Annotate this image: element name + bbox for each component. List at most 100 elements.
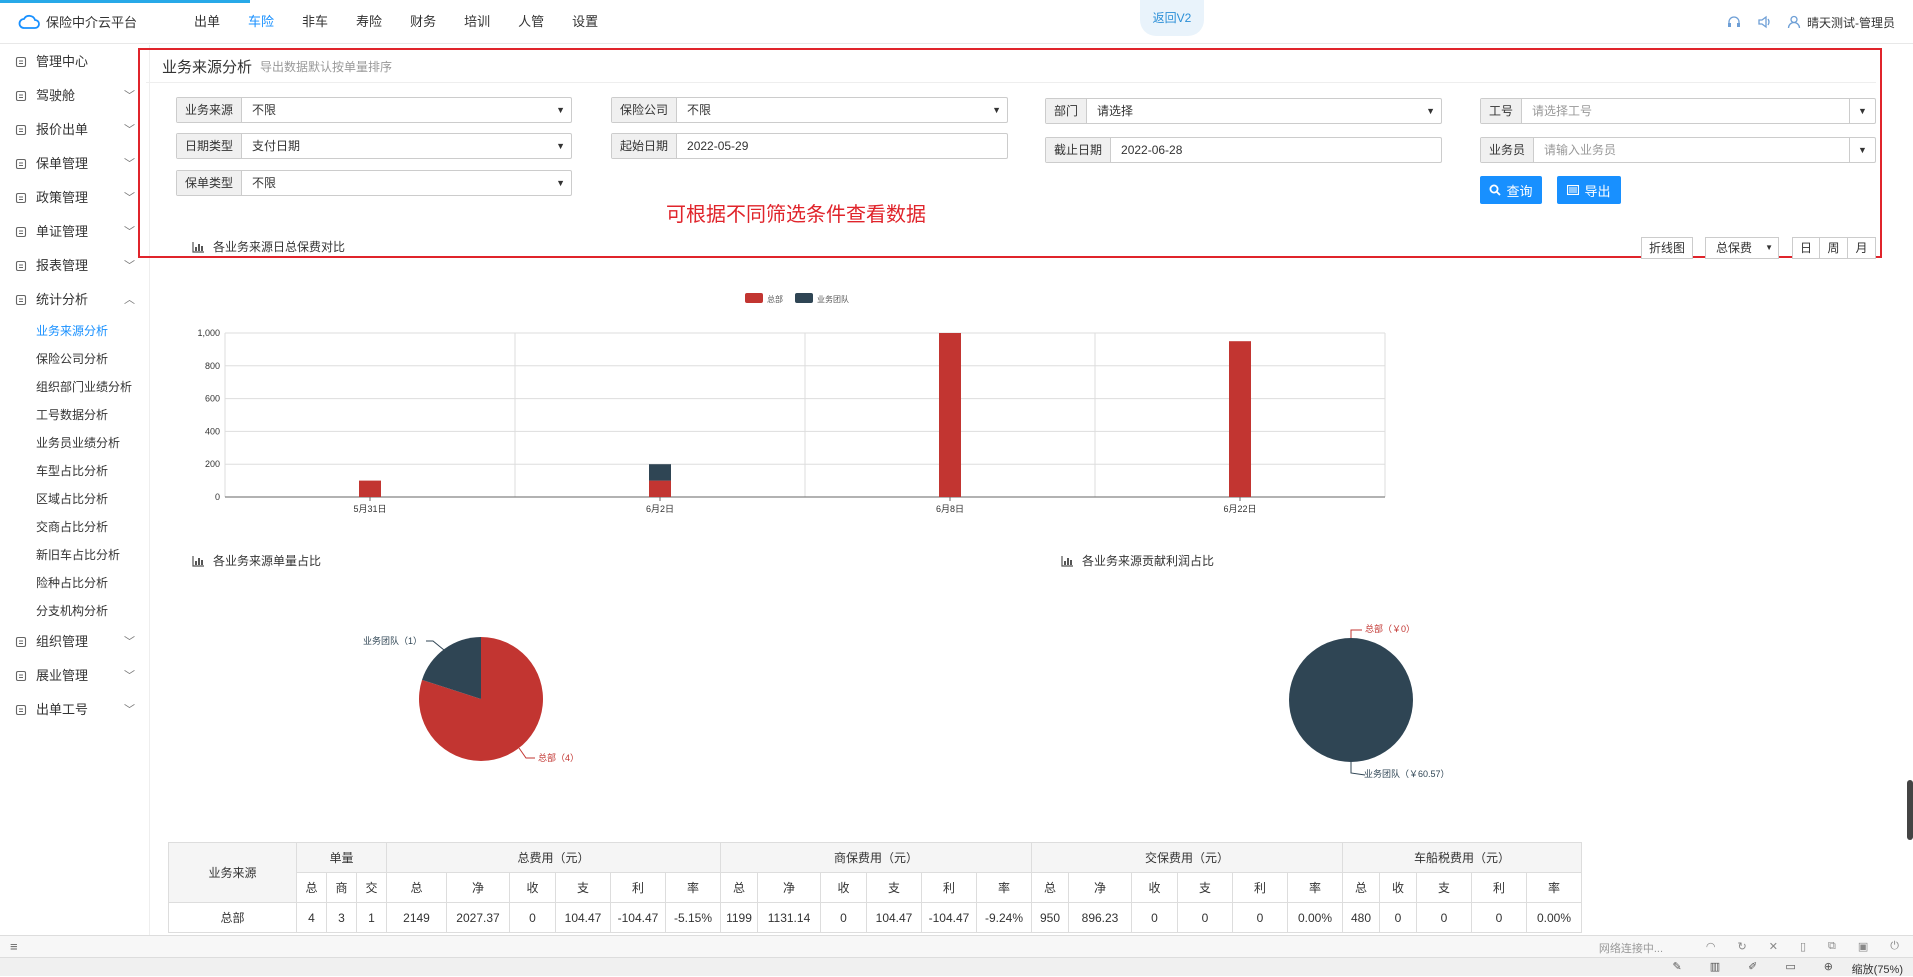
topnav-item-2[interactable]: 非车 <box>288 0 342 44</box>
table-cell: 3 <box>326 902 357 933</box>
headset-icon[interactable] <box>1727 15 1741 29</box>
zoom-in-icon[interactable]: ⊕ <box>1824 960 1833 973</box>
filter-policy-type-select[interactable]: 不限 ▼ <box>242 171 571 195</box>
annotation-note: 可根据不同筛选条件查看数据 <box>666 204 926 226</box>
sidebar-subitem[interactable]: 业务员业绩分析 <box>0 429 149 457</box>
pen-icon[interactable]: ✐ <box>1748 960 1757 973</box>
table-row[interactable]: 总部 4 3 1 2149 2027.37 0 104.47 -104.47 -5.15% 1199… <box>168 902 1582 933</box>
table-sub-header: 净 <box>446 872 510 903</box>
filter-insurer-select[interactable]: 不限 ▼ <box>677 98 1007 122</box>
filter-end-date[interactable]: 截止日期 2022-06-28 <box>1045 137 1442 163</box>
filter-date-type-select[interactable]: 支付日期 ▼ <box>242 134 571 158</box>
scrollbar-thumb[interactable] <box>1907 780 1913 840</box>
power-icon[interactable]: ⏻ <box>1890 940 1899 953</box>
edit-icon[interactable]: ✎ <box>1673 960 1682 973</box>
top-right-tools: 晴天测试-管理员 <box>1727 0 1895 44</box>
filter-job-no-input[interactable]: 请选择工号 <box>1522 99 1849 123</box>
query-button[interactable]: 查询 <box>1480 176 1542 204</box>
sidebar-subitem[interactable]: 险种占比分析 <box>0 569 149 597</box>
policy-icon <box>14 157 28 171</box>
topnav-item-0[interactable]: 出单 <box>180 0 234 44</box>
building-icon[interactable]: ▥ <box>1710 960 1720 973</box>
sidebar-item[interactable]: 报表管理 ﹀ <box>0 249 149 283</box>
table-cell: -104.47 <box>921 902 977 933</box>
sidebar-item[interactable]: 出单工号 ﹀ <box>0 693 149 727</box>
refresh-icon[interactable]: ↻ <box>1738 940 1747 953</box>
filter-job-no[interactable]: 工号 请选择工号 ▼ <box>1480 98 1876 124</box>
app-logo[interactable]: 保险中介云平台 <box>18 12 137 31</box>
table-group-header: 总费用（元） <box>386 842 721 873</box>
table-cell: 104.47 <box>555 902 611 933</box>
menu-icon[interactable]: ≡ <box>10 939 18 954</box>
wifi-icon[interactable]: ◠ <box>1706 940 1716 953</box>
line-chart-button[interactable]: 折线图 <box>1641 237 1693 259</box>
caret-down-icon: ▼ <box>1426 106 1435 116</box>
export-button[interactable]: 导出 <box>1557 176 1621 204</box>
filter-date-type[interactable]: 日期类型 支付日期 ▼ <box>176 133 572 159</box>
metric-select[interactable]: 总保费 ▼ <box>1705 237 1779 259</box>
table-group-header: 商保费用（元） <box>720 842 1032 873</box>
sidebar-item[interactable]: 报价出单 ﹀ <box>0 113 149 147</box>
sidebar-item[interactable]: 驾驶舱 ﹀ <box>0 79 149 113</box>
copy-icon[interactable]: ⧉ <box>1828 940 1836 953</box>
y-tick-label: 800 <box>205 361 220 371</box>
sidebar-item[interactable]: 管理中心 <box>0 45 149 79</box>
caret-down-icon[interactable]: ▼ <box>1849 99 1875 123</box>
sidebar-subitem[interactable]: 交商占比分析 <box>0 513 149 541</box>
app-title: 保险中介云平台 <box>46 15 138 30</box>
sidebar-subitem[interactable]: 工号数据分析 <box>0 401 149 429</box>
window-icon[interactable]: ▭ <box>1785 960 1795 973</box>
user-menu[interactable]: 晴天测试-管理员 <box>1787 14 1895 31</box>
topnav-item-3[interactable]: 寿险 <box>342 0 396 44</box>
sidebar: 管理中心 驾驶舱 ﹀ 报价出单 ﹀ 保单管理 ﹀ 政策管理 ﹀ 单证管理 ﹀ 报表管理 ﹀ 统计分析 ︿ 业务… <box>0 45 150 935</box>
topnav-item-4[interactable]: 财务 <box>396 0 450 44</box>
filter-source[interactable]: 业务来源 不限 ▼ <box>176 97 572 123</box>
table-sub-header: 利 <box>1471 872 1527 903</box>
sidebar-item[interactable]: 保单管理 ﹀ <box>0 147 149 181</box>
table-cell: -5.15% <box>665 902 721 933</box>
sidebar-subitem[interactable]: 车型占比分析 <box>0 457 149 485</box>
filter-start-date[interactable]: 起始日期 2022-05-29 <box>611 133 1008 159</box>
sidebar-item[interactable]: 展业管理 ﹀ <box>0 659 149 693</box>
topnav-item-7[interactable]: 设置 <box>558 0 612 44</box>
topnav-item-1[interactable]: 车险 <box>234 0 288 44</box>
table-cell: 0.00% <box>1526 902 1582 933</box>
filter-policy-type[interactable]: 保单类型 不限 ▼ <box>176 170 572 196</box>
sidebar-subitem[interactable]: 组织部门业绩分析 <box>0 373 149 401</box>
gift-icon[interactable]: ▣ <box>1858 940 1868 953</box>
caret-down-icon: ▼ <box>556 141 565 151</box>
trash-icon[interactable]: ▯ <box>1800 940 1806 953</box>
speaker-icon[interactable] <box>1757 15 1771 29</box>
sidebar-item[interactable]: 组织管理 ﹀ <box>0 625 149 659</box>
end-date-input[interactable]: 2022-06-28 <box>1111 138 1441 162</box>
start-date-input[interactable]: 2022-05-29 <box>677 134 1007 158</box>
sidebar-subitem[interactable]: 保险公司分析 <box>0 345 149 373</box>
filter-dept[interactable]: 部门 请选择 ▼ <box>1045 98 1442 124</box>
sidebar-subitem[interactable]: 区域占比分析 <box>0 485 149 513</box>
week-toggle[interactable]: 周 <box>1820 237 1848 259</box>
topnav-item-5[interactable]: 培训 <box>450 0 504 44</box>
sidebar-subitem[interactable]: 业务来源分析 <box>0 317 149 345</box>
filter-salesman[interactable]: 业务员 请输入业务员 ▼ <box>1480 137 1876 163</box>
topnav-item-6[interactable]: 人管 <box>504 0 558 44</box>
return-v2-button[interactable]: 返回V2 <box>1140 0 1204 36</box>
sidebar-item-label: 统计分析 <box>36 292 89 307</box>
salesman-input[interactable]: 请输入业务员 <box>1534 138 1849 162</box>
day-toggle[interactable]: 日 <box>1792 237 1820 259</box>
sidebar-item-label: 政策管理 <box>36 190 89 205</box>
filter-policy-type-label: 保单类型 <box>177 171 243 195</box>
filter-dept-select[interactable]: 请选择 ▼ <box>1087 99 1441 123</box>
table-cell: 0 <box>1416 902 1472 933</box>
sidebar-subitem[interactable]: 新旧车占比分析 <box>0 541 149 569</box>
pie-label: 总部（4） <box>538 752 579 763</box>
month-toggle[interactable]: 月 <box>1848 237 1876 259</box>
sidebar-item[interactable]: 单证管理 ﹀ <box>0 215 149 249</box>
filter-insurer[interactable]: 保险公司 不限 ▼ <box>611 97 1008 123</box>
sidebar-subitem[interactable]: 分支机构分析 <box>0 597 149 625</box>
filter-source-select[interactable]: 不限 ▼ <box>242 98 571 122</box>
close-icon[interactable]: ✕ <box>1769 940 1778 953</box>
caret-down-icon[interactable]: ▼ <box>1849 138 1875 162</box>
sidebar-item[interactable]: 政策管理 ﹀ <box>0 181 149 215</box>
sidebar-item[interactable]: 统计分析 ︿ <box>0 283 149 317</box>
filter-dept-label: 部门 <box>1046 99 1088 123</box>
